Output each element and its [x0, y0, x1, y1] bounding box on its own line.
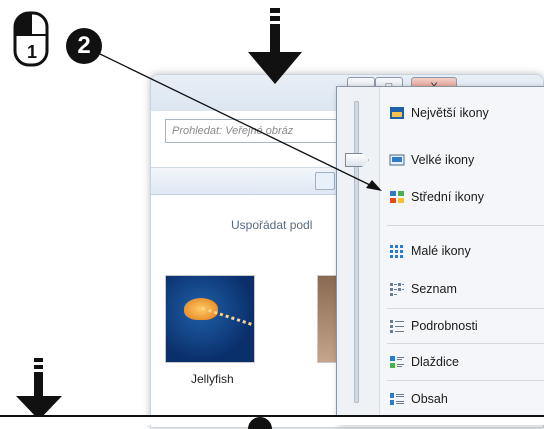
menu-item-label: Střední ikony — [411, 190, 484, 204]
extra-large-icons-icon — [390, 107, 404, 119]
menu-item-content[interactable]: Obsah — [389, 389, 448, 409]
down-arrow-icon — [248, 8, 302, 84]
menu-item-label: Obsah — [411, 392, 448, 406]
menu-item-details[interactable]: Podrobnosti — [389, 316, 478, 336]
menu-item-label: Dlaždice — [411, 355, 459, 369]
arrange-by-label[interactable]: Uspořádat podl — [231, 218, 312, 232]
medium-icons-icon — [390, 191, 404, 203]
jellyfish-tentacles — [192, 306, 252, 355]
views-menu: Největší ikony Velké ikony Střední ikony… — [336, 86, 544, 423]
small-icons-icon — [390, 245, 403, 258]
menu-item-extra-large-icons[interactable]: Největší ikony — [389, 103, 489, 123]
thumbnail-label: Jellyfish — [191, 372, 234, 386]
menu-separator — [387, 380, 544, 381]
menu-separator — [387, 343, 544, 344]
step-badge: 2 — [66, 28, 102, 64]
tiles-icon — [390, 356, 404, 368]
menu-separator — [387, 308, 544, 309]
menu-item-large-icons[interactable]: Velké ikony — [389, 150, 474, 170]
menu-separator — [387, 225, 544, 226]
details-icon — [390, 320, 404, 333]
content-icon — [390, 393, 404, 405]
large-icons-icon — [389, 154, 405, 166]
mouse-step-number: 1 — [27, 42, 38, 62]
menu-item-label: Podrobnosti — [411, 319, 478, 333]
view-size-slider[interactable] — [354, 101, 359, 403]
down-arrow-icon — [16, 358, 62, 420]
list-icon — [390, 283, 404, 296]
bottom-divider — [0, 415, 544, 425]
menu-item-label: Největší ikony — [411, 106, 489, 120]
menu-item-label: Malé ikony — [411, 244, 471, 258]
menu-item-small-icons[interactable]: Malé ikony — [389, 241, 471, 261]
jellyfish-thumbnail[interactable] — [165, 275, 255, 363]
menu-item-tiles[interactable]: Dlaždice — [389, 352, 459, 372]
views-button[interactable] — [315, 172, 335, 190]
menu-item-list[interactable]: Seznam — [389, 279, 457, 299]
menu-item-medium-icons[interactable]: Střední ikony — [389, 187, 484, 207]
menu-item-label: Seznam — [411, 282, 457, 296]
menu-item-label: Velké ikony — [411, 153, 475, 167]
